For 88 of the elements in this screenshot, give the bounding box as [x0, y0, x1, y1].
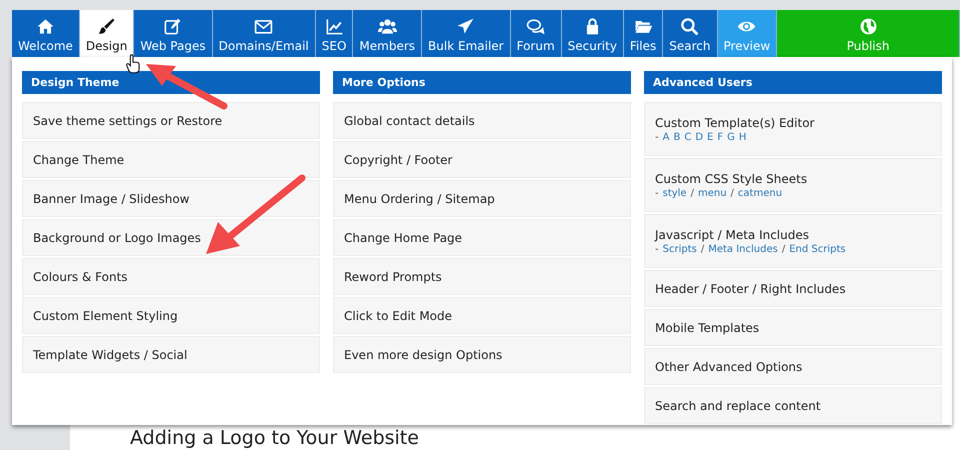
sub-link[interactable]: E [707, 132, 714, 142]
envelope-icon [254, 17, 274, 36]
menu-item[interactable]: Save theme settings or Restore [22, 102, 320, 139]
menu-item-label[interactable]: Header / Footer / Right Includes [655, 282, 931, 296]
separator-text: / [690, 188, 694, 198]
menu-item[interactable]: Even more design Options [333, 336, 631, 373]
menu-item[interactable]: Menu Ordering / Sitemap [333, 180, 631, 217]
dash-text: - [655, 244, 659, 254]
menu-item-label[interactable]: Colours & Fonts [33, 270, 309, 284]
menu-item[interactable]: Global contact details [333, 102, 631, 139]
menu-item[interactable]: Click to Edit Mode [333, 297, 631, 334]
menu-item[interactable]: Custom Element Styling [22, 297, 320, 334]
menu-item-label[interactable]: Even more design Options [344, 348, 620, 362]
menu-item[interactable]: Colours & Fonts [22, 258, 320, 295]
menu-item[interactable]: Change Home Page [333, 219, 631, 256]
sub-link[interactable]: A [662, 132, 670, 142]
menu-item[interactable]: Mobile Templates [644, 309, 942, 346]
pencil-square-icon [163, 17, 182, 36]
nav-tab[interactable]: Welcome [12, 10, 80, 57]
sub-link[interactable]: C [684, 132, 692, 142]
nav-tab[interactable]: Members [353, 10, 422, 57]
menu-item-label[interactable]: Background or Logo Images [33, 230, 309, 244]
sub-link[interactable]: G [727, 132, 735, 142]
menu-item[interactable]: Custom CSS Style Sheets - style / menu / catmenu [644, 158, 942, 212]
menu-item-label[interactable]: Other Advanced Options [655, 360, 931, 374]
nav-tab[interactable]: Files [624, 10, 664, 57]
menu-item[interactable]: Change Theme [22, 141, 320, 178]
sub-link[interactable]: Meta Includes [708, 244, 778, 254]
sub-link[interactable]: F [717, 132, 724, 142]
menu-item[interactable]: Other Advanced Options [644, 348, 942, 385]
menu-item-label[interactable]: Mobile Templates [655, 320, 931, 334]
menu-item-label[interactable]: Click to Edit Mode [344, 308, 620, 322]
sub-link[interactable]: menu [698, 188, 727, 198]
menu-item-label[interactable]: Menu Ordering / Sitemap [344, 192, 620, 206]
menu-item[interactable]: Javascript / Meta Includes - Scripts / Meta Includes / End Scripts [644, 214, 942, 268]
nav-tab[interactable]: SEO [316, 10, 354, 57]
line-chart-icon [324, 17, 344, 36]
speech-bubbles-icon [526, 17, 546, 36]
people-icon [378, 17, 397, 36]
nav-tab[interactable]: Design [80, 10, 134, 57]
menu-item-label[interactable]: Banner Image / Slideshow [33, 192, 309, 206]
menu-item-label[interactable]: Custom Template(s) Editor [655, 116, 931, 130]
globe-icon [858, 17, 878, 36]
paper-plane-icon [456, 17, 476, 36]
sub-link[interactable]: style [662, 188, 687, 198]
column-header: Advanced Users [644, 71, 942, 94]
menu-item[interactable]: Background or Logo Images [22, 219, 320, 256]
search-icon [680, 17, 700, 36]
column-header: More Options [333, 71, 631, 94]
sub-link[interactable]: End Scripts [789, 244, 846, 254]
menu-item-label[interactable]: Javascript / Meta Includes [655, 228, 931, 242]
menu-item-label[interactable]: Save theme settings or Restore [33, 114, 309, 128]
nav-tab[interactable]: Bulk Emailer [422, 10, 511, 57]
menu-item[interactable]: Header / Footer / Right Includes [644, 270, 942, 307]
menu-item-label[interactable]: Custom CSS Style Sheets [655, 172, 931, 186]
menu-item[interactable]: Banner Image / Slideshow [22, 180, 320, 217]
nav-tab[interactable]: Forum [510, 10, 562, 57]
menu-item-label[interactable]: Change Home Page [344, 230, 620, 244]
nav-tab[interactable]: Web Pages [134, 10, 213, 57]
menu-item-label[interactable]: Custom Element Styling [33, 308, 309, 322]
page-heading: Adding a Logo to Your Website [130, 426, 420, 450]
menu-item[interactable]: Reword Prompts [333, 258, 631, 295]
menu-item[interactable]: Search and replace content [644, 387, 942, 424]
menu-item-label[interactable]: Search and replace content [655, 398, 931, 412]
sub-link[interactable]: D [695, 132, 704, 142]
menu-item-label[interactable]: Reword Prompts [344, 270, 620, 284]
separator-text: / [700, 244, 704, 254]
menu-item[interactable]: Copyright / Footer [333, 141, 631, 178]
nav-tab[interactable]: Search [663, 10, 718, 57]
nav-tab[interactable]: Domains/Email [212, 10, 316, 57]
nav-tab[interactable]: Security [562, 10, 624, 57]
sub-link[interactable]: B [673, 132, 680, 142]
menu-item-label[interactable]: Template Widgets / Social [33, 348, 309, 362]
menu-item-label[interactable]: Global contact details [344, 114, 620, 128]
sub-link[interactable]: catmenu [738, 188, 782, 198]
dash-text: - [655, 188, 659, 198]
separator-text: / [782, 244, 786, 254]
sub-link[interactable]: Scripts [662, 244, 697, 254]
menu-item-label[interactable]: Copyright / Footer [344, 152, 620, 166]
house-icon [36, 17, 55, 36]
paintbrush-icon [97, 17, 116, 36]
dash-text: - [655, 132, 659, 142]
sub-link[interactable]: H [738, 132, 746, 142]
separator-text: / [730, 188, 734, 198]
menu-item[interactable]: Template Widgets / Social [22, 336, 320, 373]
column-header: Design Theme [22, 71, 320, 94]
menu-item-label[interactable]: Change Theme [33, 152, 309, 166]
menu-item[interactable]: Custom Template(s) Editor - A B C D E F G H [644, 102, 942, 156]
